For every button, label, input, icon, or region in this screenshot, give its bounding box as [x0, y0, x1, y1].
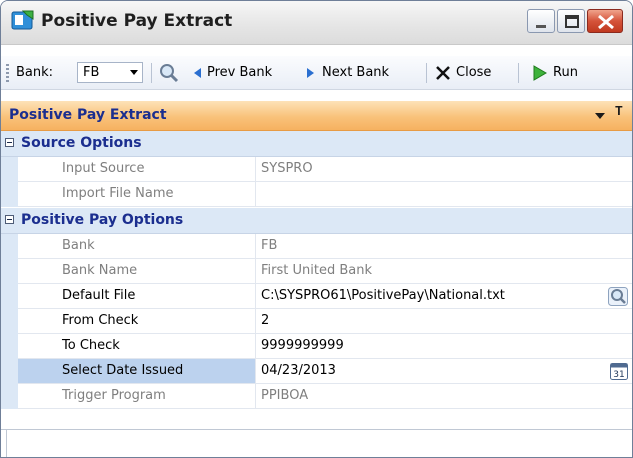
window-title: Positive Pay Extract: [41, 11, 233, 31]
row-default-file[interactable]: Default File C:\SYSPRO61\PositivePay\Nat…: [1, 284, 632, 309]
property-value-text: FB: [261, 238, 278, 253]
property-name-text: Select Date Issued: [62, 363, 184, 378]
property-name: Import File Name: [18, 182, 256, 207]
property-name-text: To Check: [62, 338, 120, 353]
property-value-text: 04/23/2013: [261, 363, 336, 378]
from-check-field[interactable]: 2: [256, 309, 632, 334]
property-value-text: C:\SYSPRO61\PositivePay\National.txt: [261, 288, 505, 303]
property-name-text: Default File: [62, 288, 136, 303]
row-bank[interactable]: Bank FB: [1, 234, 632, 259]
property-value: FB: [256, 234, 632, 259]
main-window: Positive Pay Extract Bank: FB Prev Bank: [0, 0, 633, 458]
property-name-text: From Check: [62, 313, 139, 328]
to-check-field[interactable]: 9999999999: [256, 334, 632, 359]
toolbar-separator: [151, 63, 152, 83]
row-gutter: [1, 359, 18, 384]
run-play-icon: [533, 65, 547, 81]
minimize-icon: [536, 25, 546, 28]
calendar-icon[interactable]: 31: [610, 362, 628, 380]
collapse-icon[interactable]: [5, 215, 14, 224]
row-gutter: [1, 234, 18, 259]
property-value: [256, 182, 632, 207]
row-gutter: [1, 259, 18, 284]
toolbar-separator: [518, 63, 519, 83]
section-title: Positive Pay Options: [21, 212, 184, 228]
property-name: Trigger Program: [18, 384, 256, 409]
row-input-source[interactable]: Input Source SYSPRO: [1, 157, 632, 182]
row-gutter: [1, 157, 18, 182]
row-from-check[interactable]: From Check 2: [1, 309, 632, 334]
section-positive-pay-options[interactable]: Positive Pay Options: [1, 208, 632, 234]
prev-bank-button[interactable]: Prev Bank: [207, 65, 272, 80]
row-select-date-issued[interactable]: Select Date Issued 04/23/2013 31: [1, 359, 632, 384]
close-window-button[interactable]: [587, 9, 623, 33]
property-value-text: 9999999999: [261, 338, 344, 353]
property-value: SYSPRO: [256, 157, 632, 182]
panel-title: Positive Pay Extract: [9, 107, 167, 123]
minimize-button[interactable]: [527, 9, 555, 33]
section-source-options[interactable]: Source Options: [1, 131, 632, 157]
close-button[interactable]: Close: [456, 65, 491, 80]
date-issued-field[interactable]: 04/23/2013 31: [256, 359, 632, 384]
close-icon: [598, 14, 614, 30]
next-bank-button[interactable]: Next Bank: [322, 65, 389, 80]
row-gutter: [1, 334, 18, 359]
property-value-text: 2: [261, 313, 270, 328]
row-gutter: [1, 309, 18, 334]
property-value: First United Bank: [256, 259, 632, 284]
property-value-text: PPIBOA: [261, 388, 309, 403]
pin-icon[interactable]: 𝐓: [615, 104, 623, 119]
row-gutter: [1, 384, 18, 409]
property-name-text: Trigger Program: [62, 388, 166, 403]
calendar-icon-text: 31: [613, 370, 624, 380]
row-trigger-program[interactable]: Trigger Program PPIBOA: [1, 384, 632, 409]
property-value-text: First United Bank: [261, 263, 372, 278]
title-bar[interactable]: Positive Pay Extract: [1, 1, 632, 45]
browse-search-icon[interactable]: [608, 287, 628, 306]
property-name-text: Input Source: [62, 161, 145, 176]
run-button[interactable]: Run: [553, 65, 578, 80]
bank-select-value: FB: [83, 65, 100, 80]
search-icon[interactable]: [158, 62, 180, 84]
property-name: To Check: [18, 334, 256, 359]
property-name-text: Bank: [62, 238, 95, 253]
panel-menu-icon[interactable]: [595, 113, 605, 119]
row-gutter: [1, 284, 18, 309]
toolbar: Bank: FB Prev Bank Next Bank Close Run: [1, 56, 632, 90]
property-name: From Check: [18, 309, 256, 334]
property-name-text: Bank Name: [62, 263, 138, 278]
maximize-button[interactable]: [557, 9, 585, 33]
row-gutter: [1, 182, 18, 207]
bank-select[interactable]: FB: [77, 62, 143, 83]
default-file-field[interactable]: C:\SYSPRO61\PositivePay\National.txt: [256, 284, 632, 309]
property-value-text: SYSPRO: [261, 161, 313, 176]
property-name: Bank Name: [18, 259, 256, 284]
panel-header: Positive Pay Extract 𝐓: [1, 101, 632, 131]
property-name: Select Date Issued: [18, 359, 256, 384]
section-title: Source Options: [21, 135, 142, 151]
toolbar-separator: [426, 63, 427, 83]
prev-bank-icon: [194, 68, 201, 78]
row-import-file-name[interactable]: Import File Name: [1, 182, 632, 207]
close-x-icon: [436, 66, 450, 80]
property-value: PPIBOA: [256, 384, 632, 409]
chevron-down-icon: [130, 70, 138, 75]
maximize-icon: [565, 15, 579, 28]
row-to-check[interactable]: To Check 9999999999: [1, 334, 632, 359]
next-bank-icon: [307, 68, 314, 78]
bottom-divider: [1, 429, 632, 430]
row-bank-name[interactable]: Bank Name First United Bank: [1, 259, 632, 284]
app-icon: [11, 10, 34, 30]
property-name: Bank: [18, 234, 256, 259]
toolbar-grip[interactable]: [6, 64, 9, 82]
bottom-edge: [6, 429, 7, 457]
property-name-text: Import File Name: [62, 186, 174, 201]
property-name: Default File: [18, 284, 256, 309]
bank-label: Bank:: [16, 65, 54, 80]
collapse-icon[interactable]: [5, 138, 14, 147]
property-name: Input Source: [18, 157, 256, 182]
